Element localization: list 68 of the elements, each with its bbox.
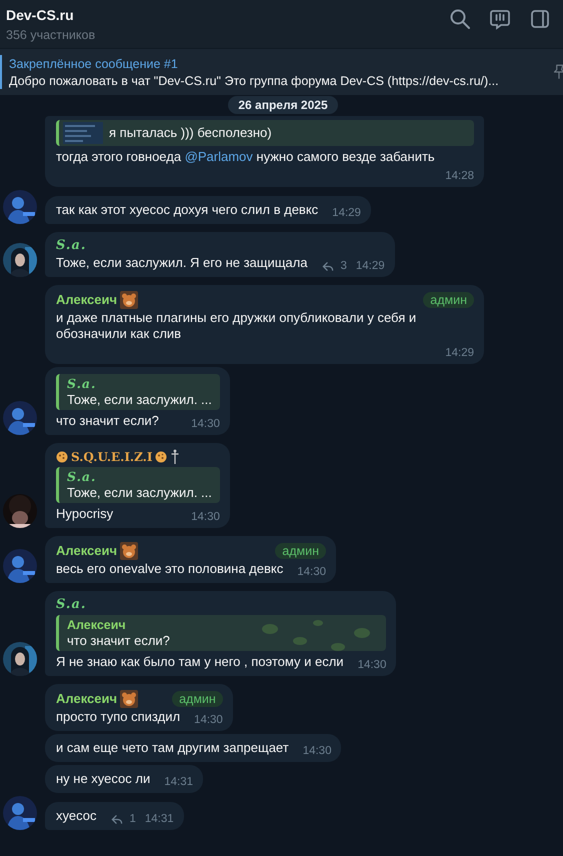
sender-name[interactable]: S.Q.U.E.I.Z.I — [71, 449, 152, 465]
message-time: 14:29 — [445, 346, 474, 361]
member-count: 356 участников — [6, 28, 96, 42]
sender-name[interactable]: Алексеич — [56, 543, 118, 559]
reply-count[interactable]: 3 — [340, 258, 347, 274]
avatar[interactable] — [3, 494, 37, 528]
quote-text: Тоже, если заслужил. ... — [67, 392, 212, 408]
sender-name[interactable]: S.a. — [56, 597, 86, 613]
message-text: тогда этого говноеда @Parlamov нужно самого везде забанить — [56, 149, 435, 165]
message-time: 14:29 — [332, 206, 361, 221]
message-text: Тоже, если заслужил. Я его не защищала — [56, 255, 308, 271]
reply-count[interactable]: 1 — [129, 811, 136, 827]
avatar[interactable] — [3, 243, 37, 277]
sender-name[interactable]: Алексеич — [56, 292, 118, 308]
cross-icon — [170, 449, 180, 465]
avatar[interactable] — [3, 190, 37, 224]
message-text: весь его onevalve это половина девкс — [56, 561, 284, 577]
avatar[interactable] — [3, 401, 37, 435]
sender-name[interactable]: S.a. — [56, 238, 86, 254]
reply-quote[interactable]: я пыталась ))) бесполезно) — [56, 120, 474, 146]
message-time: 14:30 — [302, 744, 332, 759]
message-text: просто тупо спиздил — [56, 709, 180, 725]
avatar[interactable] — [3, 549, 37, 583]
admin-badge: админ — [423, 292, 474, 308]
quote-sender: Алексеич — [67, 617, 127, 633]
message-text: и сам еще чето там другим запрещает — [56, 740, 289, 756]
cookie-icon — [155, 451, 168, 463]
pinned-text: Добро пожаловать в чат "Dev-CS.ru" Это группа форума Dev-CS (https://dev-cs.ru/)... — [9, 74, 500, 88]
message-time: 14:30 — [191, 510, 220, 525]
sidebar-toggle-icon[interactable] — [529, 8, 551, 30]
chat-title: Dev-CS.ru — [6, 6, 75, 22]
reply-arrow-icon — [110, 814, 124, 824]
comments-icon[interactable] — [489, 8, 511, 30]
message-text: Hypocrisy — [56, 506, 114, 522]
message-time: 14:30 — [297, 565, 326, 580]
message-time: 14:31 — [144, 812, 174, 827]
admin-badge: админ — [275, 543, 326, 559]
message-text: что значит если? — [56, 413, 159, 429]
reply-quote[interactable]: S.a. Тоже, если заслужил. ... — [56, 467, 220, 503]
quote-text: я пыталась ))) бесполезно) — [109, 125, 272, 141]
message-text: ну не хуесос ли — [56, 771, 150, 787]
message-time: 14:30 — [191, 417, 220, 432]
reply-arrow-icon — [321, 260, 336, 272]
message-text: так как этот хуесос дохуя чего слил в девкс — [56, 202, 318, 218]
message-time: 14:29 — [356, 259, 385, 274]
message-time: 14:28 — [445, 169, 474, 184]
message-text: и даже платные плагины его дружки опубликовали у себя и обозначили как слив — [56, 310, 418, 342]
mention-link[interactable]: @Parlamov — [184, 149, 253, 164]
quote-sender: S.a. — [67, 469, 98, 485]
message-text: хуесос — [56, 808, 96, 824]
message-time: 14:30 — [194, 713, 223, 728]
message-time: 14:31 — [164, 775, 194, 790]
pin-icon[interactable] — [553, 63, 563, 81]
reply-quote[interactable]: S.a. Тоже, если заслужил. ... — [56, 374, 220, 410]
avatar[interactable] — [3, 642, 37, 676]
quote-text: что значит если? — [67, 633, 170, 649]
pinned-title: Закреплённое сообщение #1 — [9, 56, 179, 70]
quote-sender: S.a. — [67, 376, 98, 392]
pinned-message-bar[interactable]: Закреплённое сообщение #1 Добро пожаловать в чат "Dev-CS.ru" Это группа форума Dev-CS (https://dev-cs.ru/)... — [0, 48, 563, 95]
avatar[interactable] — [3, 796, 37, 830]
message-time: 14:30 — [358, 658, 386, 673]
date-label: 26 апреля 2025 — [228, 96, 338, 114]
message-text: Я не знаю как было там у него , поэтому и если — [56, 654, 344, 670]
search-icon[interactable] — [449, 8, 471, 30]
admin-badge: админ — [172, 691, 223, 707]
sender-name[interactable]: Алексеич — [56, 691, 118, 707]
quote-text: Тоже, если заслужил. ... — [67, 485, 212, 501]
reply-quote[interactable]: Алексеич что значит если? — [56, 615, 386, 651]
